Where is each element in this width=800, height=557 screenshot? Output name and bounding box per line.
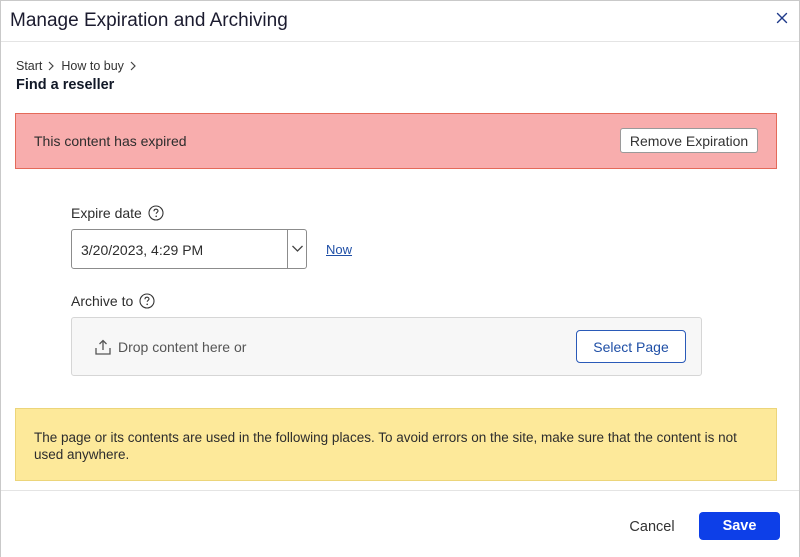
manage-expiration-dialog: Manage Expiration and Archiving Start Ho… — [0, 0, 800, 557]
now-link[interactable]: Now — [326, 242, 352, 257]
expired-banner: This content has expired Remove Expirati… — [15, 113, 777, 169]
warning-message: The page or its contents are used in the… — [34, 430, 737, 462]
dialog-header: Manage Expiration and Archiving — [1, 1, 799, 42]
warning-banner: The page or its contents are used in the… — [15, 408, 777, 481]
breadcrumb-item-start[interactable]: Start — [16, 59, 42, 73]
archive-drop-zone[interactable]: Drop content here or Select Page — [71, 317, 702, 376]
breadcrumb: Start How to buy — [16, 59, 143, 73]
expired-message: This content has expired — [34, 133, 187, 149]
dialog-title: Manage Expiration and Archiving — [10, 10, 288, 31]
remove-expiration-button[interactable]: Remove Expiration — [620, 128, 758, 153]
expire-date-value: 3/20/2023, 4:29 PM — [81, 242, 204, 258]
select-page-button[interactable]: Select Page — [576, 330, 686, 363]
chevron-down-icon[interactable] — [288, 230, 307, 268]
page-title: Find a reseller — [16, 77, 115, 93]
breadcrumb-item-how-to-buy[interactable]: How to buy — [61, 59, 124, 73]
chevron-right-icon — [128, 60, 138, 72]
archive-to-label-row: Archive to — [71, 293, 155, 309]
close-icon[interactable] — [773, 9, 791, 27]
cancel-button[interactable]: Cancel — [617, 516, 687, 538]
archive-to-label: Archive to — [71, 293, 134, 309]
expire-date-input[interactable]: 3/20/2023, 4:29 PM — [71, 229, 307, 269]
expire-date-label: Expire date — [71, 205, 142, 221]
help-circle-icon[interactable] — [139, 293, 155, 309]
save-button[interactable]: Save — [699, 512, 780, 540]
help-circle-icon[interactable] — [148, 205, 164, 221]
chevron-right-icon — [46, 60, 56, 72]
upload-icon — [94, 338, 112, 356]
expire-date-label-row: Expire date — [71, 205, 164, 221]
drop-text: Drop content here or — [118, 339, 247, 355]
dialog-footer: Cancel Save — [1, 490, 799, 557]
